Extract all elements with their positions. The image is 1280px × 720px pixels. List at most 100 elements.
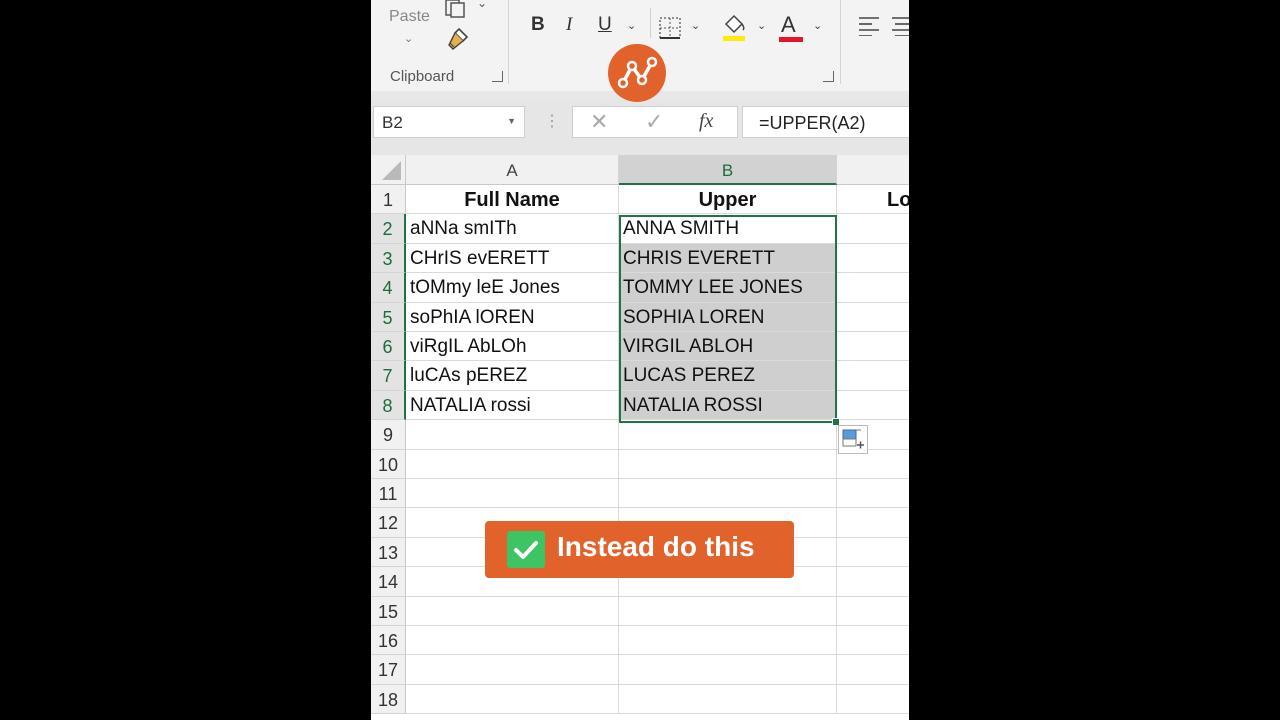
row-header-2[interactable]: 2 xyxy=(371,214,406,244)
cell-a18[interactable] xyxy=(406,684,619,715)
borders-icon[interactable] xyxy=(658,16,682,40)
cell-c6[interactable] xyxy=(837,332,909,362)
row-header-4[interactable]: 4 xyxy=(371,273,406,303)
cell-a17[interactable] xyxy=(406,655,619,685)
align-left-icon[interactable] xyxy=(858,16,880,36)
select-all-corner[interactable] xyxy=(371,155,406,185)
cell-b15[interactable] xyxy=(619,596,837,626)
row-header-10[interactable]: 10 xyxy=(371,449,406,479)
italic-button[interactable]: I xyxy=(566,14,572,36)
formula-bar: B2 ▼ ⋮ ✕ ✓ fx =UPPER(A2) xyxy=(371,99,909,155)
cell-b9[interactable] xyxy=(619,420,837,450)
banner-text: Instead do this xyxy=(557,531,755,562)
cell-c7[interactable] xyxy=(837,361,909,391)
cell-c8[interactable] xyxy=(837,391,909,421)
row-header-6[interactable]: 6 xyxy=(371,332,406,362)
cell-b11[interactable] xyxy=(619,479,837,509)
font-color-chevron-icon[interactable]: ⌄ xyxy=(813,19,822,32)
cell-c14[interactable] xyxy=(837,567,909,597)
column-header-b[interactable]: B xyxy=(619,155,837,185)
borders-chevron-icon[interactable]: ⌄ xyxy=(691,19,700,32)
formula-buttons: ✕ ✓ fx xyxy=(572,106,738,138)
cell-a3[interactable]: CHrIS evERETT xyxy=(406,243,619,274)
cell-a4[interactable]: tOMmy leE Jones xyxy=(406,273,619,303)
formula-input[interactable]: =UPPER(A2) xyxy=(742,106,909,138)
cell-c3[interactable] xyxy=(837,244,909,274)
cell-c18[interactable] xyxy=(837,685,909,715)
row-header-17[interactable]: 17 xyxy=(371,655,406,685)
copy-chevron-icon[interactable]: ⌄ xyxy=(477,0,487,10)
row-header-7[interactable]: 7 xyxy=(371,361,406,391)
underline-chevron-icon[interactable]: ⌄ xyxy=(627,19,636,32)
cell-c11[interactable] xyxy=(837,479,909,509)
cell-b10[interactable] xyxy=(619,449,837,479)
group-separator xyxy=(508,0,509,84)
cell-c1[interactable]: Lo xyxy=(837,185,909,215)
cell-a8[interactable]: NATALIA rossi xyxy=(406,390,619,421)
cell-a15[interactable] xyxy=(406,596,619,626)
formula-bar-grip-icon[interactable]: ⋮ xyxy=(544,111,560,131)
row-header-1[interactable]: 1 xyxy=(371,185,406,215)
cell-c12[interactable] xyxy=(837,508,909,538)
cell-a5[interactable]: soPhIA lOREN xyxy=(406,302,619,332)
row-header-8[interactable]: 8 xyxy=(371,390,406,421)
paste-chevron-icon[interactable]: ⌄ xyxy=(404,32,413,45)
column-header-c[interactable] xyxy=(837,155,909,185)
row-header-12[interactable]: 12 xyxy=(371,508,406,538)
row-header-9[interactable]: 9 xyxy=(371,420,406,450)
cell-c17[interactable] xyxy=(837,655,909,685)
column-header-a[interactable]: A xyxy=(406,155,619,185)
cell-b16[interactable] xyxy=(619,626,837,656)
cell-a10[interactable] xyxy=(406,449,619,479)
format-separator xyxy=(650,8,651,38)
cell-c2[interactable] xyxy=(837,214,909,244)
font-launcher-icon[interactable] xyxy=(823,71,834,82)
cell-c4[interactable] xyxy=(837,273,909,303)
cell-a1[interactable]: Full Name xyxy=(406,185,619,215)
copy-icon[interactable] xyxy=(443,0,469,18)
row-header-16[interactable]: 16 xyxy=(371,626,406,656)
font-color-swatch xyxy=(779,37,803,42)
cell-a16[interactable] xyxy=(406,626,619,656)
format-painter-icon[interactable] xyxy=(445,27,471,53)
row-header-13[interactable]: 13 xyxy=(371,537,406,568)
clipboard-group-label: Clipboard xyxy=(390,68,455,85)
cell-a7[interactable]: luCAs pEREZ xyxy=(406,361,619,391)
cell-c13[interactable] xyxy=(837,538,909,568)
cell-b1[interactable]: Upper xyxy=(619,185,837,215)
paste-button[interactable]: Paste xyxy=(389,8,430,26)
cell-a9[interactable] xyxy=(406,420,619,450)
cell-b18[interactable] xyxy=(619,684,837,715)
row-header-3[interactable]: 3 xyxy=(371,243,406,274)
bold-button[interactable]: B xyxy=(531,14,545,36)
clipboard-launcher-icon[interactable] xyxy=(492,71,503,82)
cancel-icon[interactable]: ✕ xyxy=(590,109,608,135)
checkmark-icon xyxy=(507,531,545,568)
cell-a11[interactable] xyxy=(406,479,619,509)
excel-window: Paste ⌄ ⌄ Clipboard B I U ⌄ ⌄ ⌄ A ⌄ B2 ▼… xyxy=(371,0,909,720)
cell-b17[interactable] xyxy=(619,655,837,685)
trend-line-logo-icon xyxy=(617,56,658,89)
fill-color-icon[interactable] xyxy=(721,12,747,42)
cell-c16[interactable] xyxy=(837,626,909,656)
cell-a2[interactable]: aNNa smITh xyxy=(406,214,619,244)
name-box[interactable]: B2 ▼ xyxy=(373,106,525,138)
underline-button[interactable]: U xyxy=(598,14,612,36)
name-box-value: B2 xyxy=(382,113,403,132)
formula-text: =UPPER(A2) xyxy=(759,113,866,133)
name-box-chevron-icon[interactable]: ▼ xyxy=(507,116,516,126)
row-header-5[interactable]: 5 xyxy=(371,302,406,332)
row-header-15[interactable]: 15 xyxy=(371,596,406,626)
quick-analysis-button[interactable] xyxy=(838,425,868,454)
cell-c15[interactable] xyxy=(837,597,909,626)
cell-c5[interactable] xyxy=(837,303,909,332)
font-color-button[interactable]: A xyxy=(781,12,796,38)
row-header-11[interactable]: 11 xyxy=(371,479,406,509)
cell-a6[interactable]: viRgIL AbLOh xyxy=(406,332,619,362)
row-header-14[interactable]: 14 xyxy=(371,567,406,597)
fill-color-chevron-icon[interactable]: ⌄ xyxy=(757,19,766,32)
insert-function-button[interactable]: fx xyxy=(699,110,713,133)
enter-icon[interactable]: ✓ xyxy=(645,109,663,135)
row-header-18[interactable]: 18 xyxy=(371,684,406,715)
align-center-icon[interactable] xyxy=(891,16,909,36)
